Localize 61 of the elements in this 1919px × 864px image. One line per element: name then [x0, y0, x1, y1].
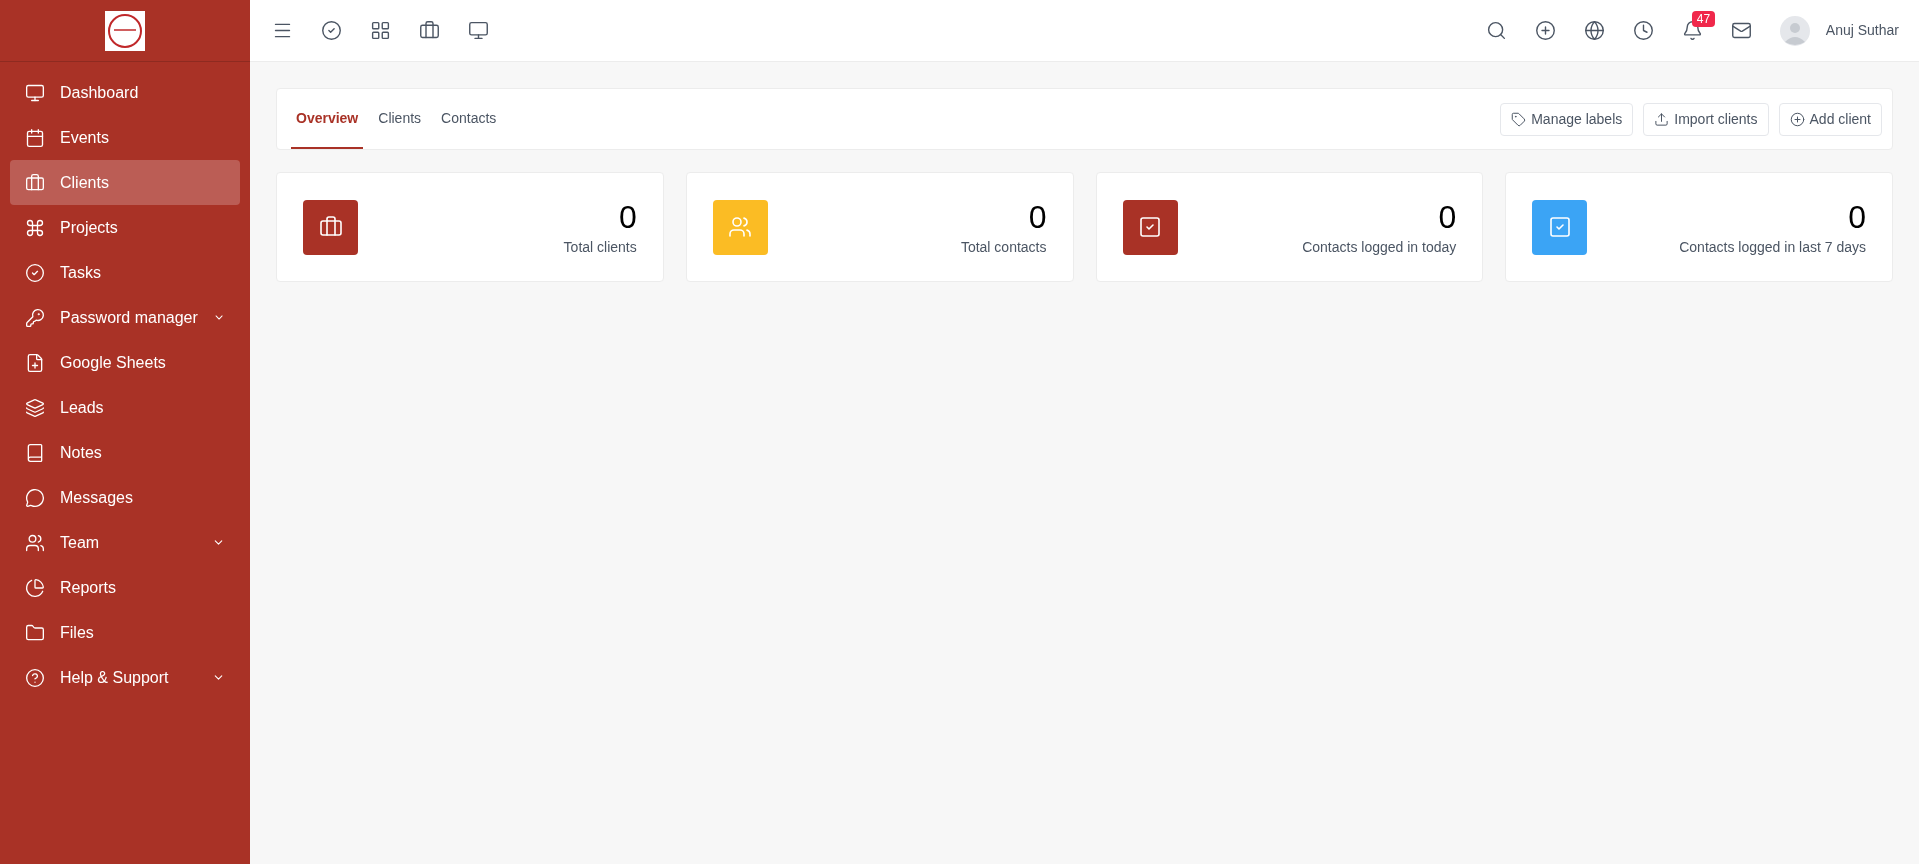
action-button[interactable]: Import clients — [1643, 102, 1769, 136]
calendar-icon — [25, 127, 45, 148]
sidebar-item[interactable]: Help & Support — [10, 655, 240, 700]
stat-label: Total contacts — [960, 237, 1047, 257]
briefcase-icon — [25, 172, 45, 193]
book-icon — [25, 442, 45, 463]
sidebar-item[interactable]: Tasks — [10, 250, 240, 295]
grid-icon[interactable] — [370, 20, 391, 41]
stat-value: 0 — [618, 197, 637, 237]
stat-label: Contacts logged in last 7 days — [1679, 237, 1866, 257]
help-icon — [25, 667, 45, 688]
stat-value: 0 — [1028, 197, 1047, 237]
stat-label: Contacts logged in today — [1302, 237, 1457, 257]
upload-icon — [1654, 111, 1670, 127]
sidebar-item[interactable]: Projects — [10, 205, 240, 250]
key-icon — [25, 307, 45, 328]
logo-icon[interactable] — [105, 10, 145, 51]
sidebar-item[interactable]: Dashboard — [10, 70, 240, 115]
sidebar-item[interactable]: Reports — [10, 565, 240, 610]
sidebar-item[interactable]: Clients — [10, 160, 240, 205]
stat-value: 0 — [1848, 197, 1866, 237]
users-icon — [25, 532, 45, 553]
action-button[interactable]: Manage labels — [1500, 102, 1634, 136]
pie-chart-icon — [25, 577, 45, 598]
sidebar-item[interactable]: Google Sheets — [10, 340, 240, 385]
command-icon — [25, 217, 45, 238]
sidebar-item[interactable]: Leads — [10, 385, 240, 430]
user-name[interactable]: Anuj Suthar — [1825, 20, 1899, 41]
stat-value: 0 — [1438, 197, 1457, 237]
check-circle-icon — [25, 262, 45, 283]
briefcase-icon[interactable] — [419, 20, 440, 41]
stat-label: Total clients — [563, 237, 637, 257]
plus-circle-icon — [1789, 111, 1805, 127]
check-circle-icon[interactable] — [321, 20, 342, 41]
sidebar-item[interactable]: Messages — [10, 475, 240, 520]
globe-icon[interactable] — [1583, 20, 1605, 41]
file-plus-icon — [25, 352, 45, 373]
sidebar-item[interactable]: Notes — [10, 430, 240, 475]
notification-badge: 47 — [1691, 11, 1716, 27]
tab[interactable]: Overview — [291, 89, 364, 149]
plus-circle-icon[interactable] — [1534, 20, 1556, 41]
checkbox-icon — [1547, 215, 1572, 239]
checkbox-icon — [1138, 215, 1162, 239]
clock-icon[interactable] — [1632, 20, 1654, 41]
chat-icon — [25, 487, 45, 508]
tag-icon — [1511, 111, 1527, 127]
action-button[interactable]: Add client — [1778, 102, 1882, 136]
sidebar-item[interactable]: Files — [10, 610, 240, 655]
sidebar-item[interactable]: Team — [10, 520, 240, 565]
tab[interactable]: Contacts — [436, 89, 502, 149]
layers-icon — [25, 397, 45, 418]
tab[interactable]: Clients — [373, 89, 427, 149]
monitor-icon[interactable] — [468, 20, 489, 41]
users-icon — [728, 215, 753, 239]
folder-icon — [25, 622, 45, 643]
mail-icon[interactable] — [1730, 20, 1752, 41]
search-icon[interactable] — [1485, 20, 1507, 41]
sidebar-item[interactable]: Password manager — [10, 295, 240, 340]
sidebar-item[interactable]: Events — [10, 115, 240, 160]
briefcase-icon — [318, 215, 343, 239]
monitor-icon — [25, 82, 45, 103]
